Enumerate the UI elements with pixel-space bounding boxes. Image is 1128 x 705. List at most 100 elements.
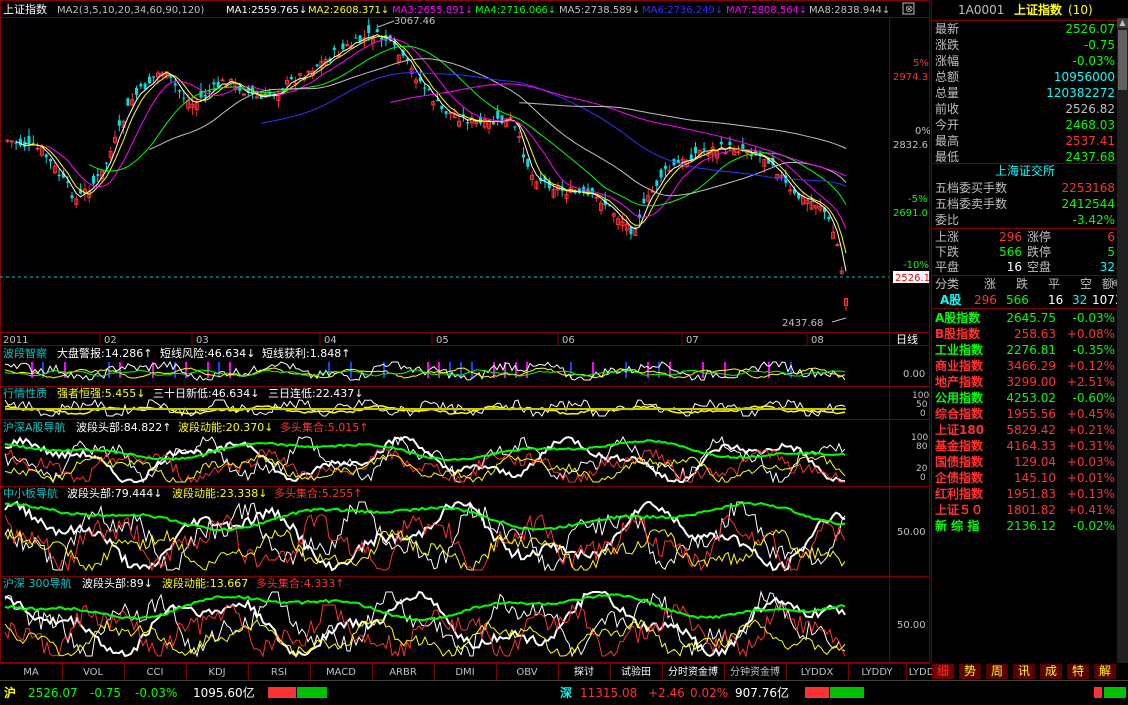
index-pct: +0.03%	[1066, 455, 1115, 469]
index-row[interactable]: 上证180 5829.42 +0.21%	[932, 422, 1118, 438]
quote-header[interactable]: 1A0001 上证指数 (10)	[932, 0, 1118, 21]
legend-ma3: MA3:2655.891↓	[392, 5, 473, 16]
index-row[interactable]: 企债指数 145.10 +0.01%	[932, 470, 1118, 486]
index-row[interactable]: 工业指数 2276.81 -0.35%	[932, 342, 1118, 358]
indicator-tab[interactable]: 分钟资金博	[724, 664, 786, 681]
breadth-label: 平盘	[935, 260, 960, 274]
month-07: 07	[686, 335, 699, 346]
indicator-tab[interactable]: 分时资金博	[662, 664, 724, 681]
status-sh-change: -0.75	[90, 686, 122, 700]
indicator-tab[interactable]: VOL	[62, 664, 124, 681]
index-pct: +0.12%	[1066, 359, 1115, 373]
quote-tab[interactable]: 成	[1040, 664, 1062, 679]
index-row[interactable]: 新 综 指 2136.12 -0.02%	[932, 518, 1118, 534]
book-row: 五档委买手数 2253168	[932, 180, 1118, 196]
panel5-item3: 多头集合:4.333↑	[256, 576, 344, 590]
index-row[interactable]: 公用指数 4253.02 -0.60%	[932, 390, 1118, 406]
quote-tab[interactable]: 解	[1094, 664, 1116, 679]
breadth-value: 16	[1006, 260, 1022, 274]
quote-tab[interactable]: 特	[1067, 664, 1089, 679]
quote-label: 最新	[935, 22, 960, 36]
index-name: 红利指数	[935, 487, 984, 501]
index-row[interactable]: 商业指数 3466.29 +0.12%	[932, 358, 1118, 374]
month-05: 05	[436, 335, 449, 346]
index-value: 129.04	[1014, 455, 1056, 469]
book-label: 五档委买手数	[935, 181, 1008, 195]
quote-tab[interactable]: 细	[932, 664, 954, 679]
indicator-tab[interactable]: LYDDX	[786, 664, 848, 681]
indicator-tab[interactable]: DMI	[434, 664, 496, 681]
scroll-thumb[interactable]	[1118, 30, 1127, 90]
indicator-tab[interactable]: OBV	[496, 664, 558, 681]
axis-pct-5: 5%	[913, 58, 929, 69]
quote-tab[interactable]: 势	[959, 664, 981, 679]
scroll-up-arrow-icon[interactable]: ▲	[1117, 18, 1128, 28]
legend-close-icon[interactable]: ⊗	[905, 4, 913, 15]
book-row: 委比 -3.42%	[932, 212, 1118, 228]
high-price-label: 3067.46	[394, 16, 435, 27]
quote-value: 2468.03	[1065, 118, 1115, 132]
book-row: 五档委卖手数 2412544	[932, 196, 1118, 212]
quote-header-count: (10)	[1068, 3, 1093, 17]
axis-price-2974: 2974.3	[893, 72, 928, 83]
panel1-item2: 短线风险:46.634↓	[160, 346, 255, 360]
indicator-tab[interactable]: 探讨	[558, 664, 610, 681]
index-value: 1801.82	[1006, 503, 1056, 517]
indicator-tab[interactable]: MA	[0, 664, 62, 681]
index-name: 综合指数	[935, 407, 984, 421]
quote-label: 前收	[935, 102, 960, 116]
index-name: 上证５０	[935, 503, 984, 517]
index-name: 基金指数	[935, 439, 984, 453]
quote-row: 最高 2537.41	[932, 133, 1118, 149]
panel1-title: 波段智察	[3, 346, 47, 360]
index-row[interactable]: 红利指数 1951.83 +0.13%	[932, 486, 1118, 502]
price-axis: 5% 2974.3 0% 2832.6 -5% 2691.0 -10%	[893, 58, 931, 271]
status-sz-amount: 907.76亿	[735, 686, 789, 700]
index-row[interactable]: A股指数 2645.75 -0.03%	[932, 310, 1118, 326]
quote-label: 最高	[935, 134, 960, 148]
status-sz-pct: 0.02%	[690, 686, 729, 700]
index-name: 新 综 指	[935, 519, 980, 533]
quote-tab[interactable]: 周	[986, 664, 1008, 679]
indicator-tab[interactable]: 试验田	[610, 664, 662, 681]
panel1-axis: 0.00	[903, 369, 925, 380]
index-row[interactable]: 基金指数 4164.33 +0.31%	[932, 438, 1118, 454]
indicator-tab[interactable]: RSI	[248, 664, 310, 681]
panel2-axis-0: 0	[920, 409, 926, 419]
breadth-label: 涨停	[1027, 230, 1052, 244]
index-pct: +0.01%	[1066, 471, 1115, 485]
month-axis: 2011 02 03 04 05 06 07 08 日线	[0, 332, 918, 346]
index-row[interactable]: 上证５０ 1801.82 +0.41%	[932, 502, 1118, 518]
panel3-axis-0: 0	[920, 473, 926, 483]
indicator-tab[interactable]: KDJ	[186, 664, 248, 681]
index-pct: -0.60%	[1072, 391, 1115, 405]
index-row[interactable]: 综合指数 1955.56 +0.45%	[932, 406, 1118, 422]
indicator-tab[interactable]: ARBR	[372, 664, 434, 681]
category-table-row[interactable]: A股 296 566 16 32 1073	[932, 292, 1123, 308]
index-row[interactable]: 国债指数 129.04 +0.03%	[932, 454, 1118, 470]
table-header-cell: 平	[1048, 277, 1061, 291]
table-cell-up: 296	[974, 293, 997, 307]
indicator-tab[interactable]: CCI	[124, 664, 186, 681]
panel4-title: 中小板导航	[3, 486, 58, 500]
quote-tab[interactable]: 讯	[1013, 664, 1035, 679]
index-row[interactable]: B股指数 258.63 +0.08%	[932, 326, 1118, 342]
chart-area[interactable]: 3067.46 2437.68 5% 2974.3 0% 2832.6 -5% …	[0, 0, 931, 663]
axis-pct-m10: -10%	[903, 260, 929, 271]
panel3-title: 沪深A股导航	[3, 420, 66, 434]
quote-value: 120382272	[1046, 86, 1115, 100]
legend-params: MA2(3,5,10,20,34,60,90,120)	[57, 5, 204, 16]
indicator-tab[interactable]: MACD	[310, 664, 372, 681]
vertical-scrollbar[interactable]: ▲	[1117, 18, 1128, 663]
panel4-axis: 50.00	[897, 527, 926, 538]
index-row[interactable]: 地产指数 3299.00 +2.51%	[932, 374, 1118, 390]
breadth-value: 5	[1107, 245, 1115, 259]
chart-frame	[0, 0, 930, 663]
indicator-tab[interactable]: LYDDY	[848, 664, 906, 681]
quote-row: 总量 120382272	[932, 85, 1118, 101]
chart-canvas[interactable]: 3067.46 2437.68 5% 2974.3 0% 2832.6 -5% …	[0, 0, 931, 663]
breadth-label: 上涨	[935, 230, 960, 244]
legend-ma2: MA2:2608.371↓	[308, 5, 389, 16]
panel3-item3: 多头集合:5.015↑	[280, 420, 368, 434]
status-sz-price: 11315.08	[580, 686, 638, 700]
